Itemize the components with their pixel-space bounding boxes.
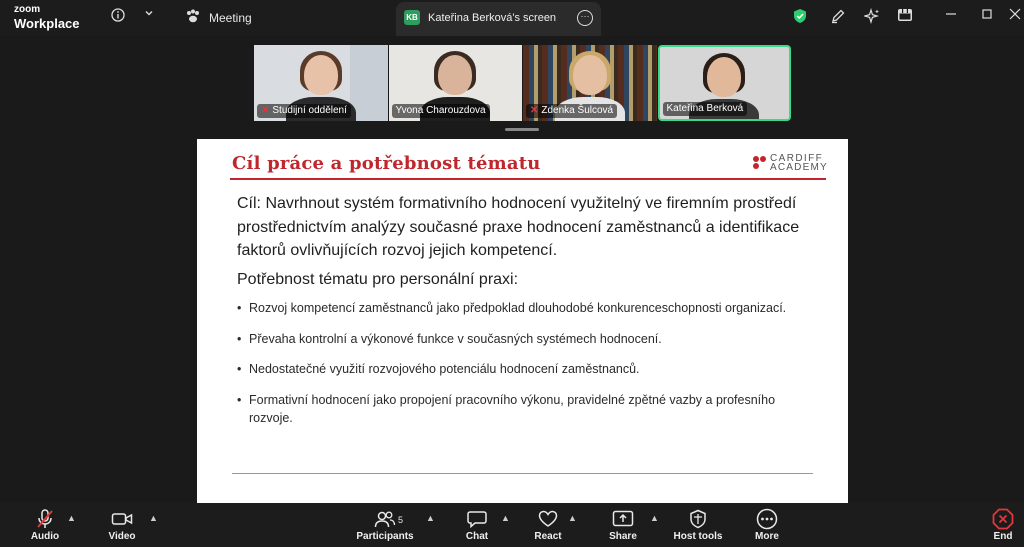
participant-face [438, 55, 473, 95]
chat-label: Chat [465, 531, 489, 542]
ai-companion-icon[interactable] [864, 8, 880, 24]
slide-subheading: Potřebnost tématu pro personální praxi: [237, 271, 519, 288]
participant-name-label: ✕ Studijní oddělení [257, 104, 351, 118]
muted-mic-icon: ✕ [530, 105, 539, 116]
react-options-caret-icon[interactable]: ▲ [568, 513, 577, 523]
end-call-icon [971, 507, 1024, 531]
bullet-item: Formativní hodnocení jako propojení prac… [237, 391, 797, 428]
participant-name: Yvona Charouzdova [395, 105, 486, 116]
more-options-icon[interactable]: ··· [577, 10, 593, 26]
meeting-toolbar: Audio ▲ Video ▲ Participants 5 ▲ Chat ▲ … [0, 503, 1024, 547]
logo-line2: Workplace [14, 16, 80, 31]
muted-mic-icon: ✕ [261, 105, 270, 116]
participant-name: Studijní oddělení [272, 105, 347, 116]
participant-strip: ✕ Studijní oddělení Yvona Charouzdova ✕ … [254, 45, 792, 121]
chat-options-caret-icon[interactable]: ▲ [501, 513, 510, 523]
participant-name: Zdenka Šulcová [541, 105, 614, 116]
info-icon[interactable] [111, 8, 125, 22]
participant-face [303, 55, 338, 95]
meeting-label: Meeting [209, 10, 252, 25]
participant-name-label: Kateřina Berková [662, 102, 748, 116]
participants-paw-icon [185, 9, 201, 26]
participants-options-caret-icon[interactable]: ▲ [426, 513, 435, 523]
screen-share-tab[interactable]: KB Kateřina Berková's screen ··· [396, 2, 601, 36]
close-icon[interactable] [1009, 8, 1021, 20]
participant-name-label: Yvona Charouzdova [391, 104, 490, 118]
participant-tile[interactable]: Yvona Charouzdova [388, 45, 522, 121]
meeting-tab[interactable]: Meeting [185, 9, 252, 26]
end-label: End [993, 531, 1013, 542]
react-label: React [534, 531, 562, 542]
presenter-avatar: KB [404, 10, 420, 25]
video-label: Video [108, 531, 136, 542]
strip-resize-handle[interactable] [505, 128, 539, 131]
participants-icon [353, 507, 417, 531]
audio-options-caret-icon[interactable]: ▲ [67, 513, 76, 523]
host-tools-label: Host tools [673, 531, 723, 542]
slide-title: Cíl práce a potřebnost tématu [232, 153, 541, 174]
more-button[interactable]: More [735, 507, 799, 547]
participant-tile[interactable]: ✕ Zdenka Šulcová [523, 45, 657, 121]
share-options-caret-icon[interactable]: ▲ [650, 513, 659, 523]
video-options-caret-icon[interactable]: ▲ [149, 513, 158, 523]
logo-dots-icon [753, 156, 767, 170]
share-screen-icon [591, 507, 655, 531]
chat-bubble-icon [445, 507, 509, 531]
brand-line2: ACADEMY [770, 162, 828, 173]
chat-button[interactable]: Chat [445, 507, 509, 547]
participant-tile[interactable]: ✕ Studijní oddělení [254, 45, 388, 121]
apps-icon[interactable] [897, 8, 913, 22]
slide-footer-rule [232, 473, 813, 474]
end-meeting-button[interactable]: End [971, 507, 1024, 547]
video-camera-icon [90, 507, 154, 531]
host-shield-icon [666, 507, 730, 531]
title-underline [230, 178, 826, 180]
shared-slide: Cíl práce a potřebnost tématu CARDIFF AC… [197, 139, 848, 503]
more-label: More [755, 531, 779, 542]
bullet-item: Rozvoj kompetencí zaměstnanců jako předp… [237, 299, 797, 318]
share-label: Share [609, 531, 637, 542]
video-button[interactable]: Video [90, 507, 154, 547]
zoom-logo: zoom Workplace [14, 4, 80, 31]
participant-name-label: ✕ Zdenka Šulcová [526, 104, 618, 118]
annotate-pen-icon[interactable] [830, 8, 846, 24]
security-shield-icon[interactable] [793, 8, 807, 24]
participants-label: Participants [356, 531, 414, 542]
more-dots-icon [735, 507, 799, 531]
chevron-down-icon[interactable] [144, 8, 154, 18]
participant-tile-active-speaker[interactable]: Kateřina Berková [657, 45, 792, 121]
participants-button[interactable]: Participants [353, 507, 417, 547]
participant-name: Kateřina Berková [666, 103, 744, 114]
audio-label: Audio [30, 531, 60, 542]
bullet-list: Rozvoj kompetencí zaměstnanců jako předp… [237, 299, 797, 440]
bullet-item: Převaha kontrolní a výkonové funkce v so… [237, 330, 797, 349]
participants-count: 5 [398, 515, 404, 525]
goal-text: Cíl: Navrhnout systém formativního hodno… [237, 195, 800, 259]
title-bar: zoom Workplace Meeting KB Kateřina Berko… [0, 0, 1024, 36]
participant-face [572, 55, 607, 95]
maximize-icon[interactable] [981, 8, 993, 20]
minimize-icon[interactable] [945, 8, 957, 20]
share-button[interactable]: Share [591, 507, 655, 547]
logo-line1: zoom [14, 4, 41, 15]
bullet-item: Nedostatečné využití rozvojového potenci… [237, 360, 797, 379]
participant-face [707, 57, 742, 97]
share-tab-label: Kateřina Berková's screen [428, 12, 557, 24]
host-tools-button[interactable]: Host tools [666, 507, 730, 547]
